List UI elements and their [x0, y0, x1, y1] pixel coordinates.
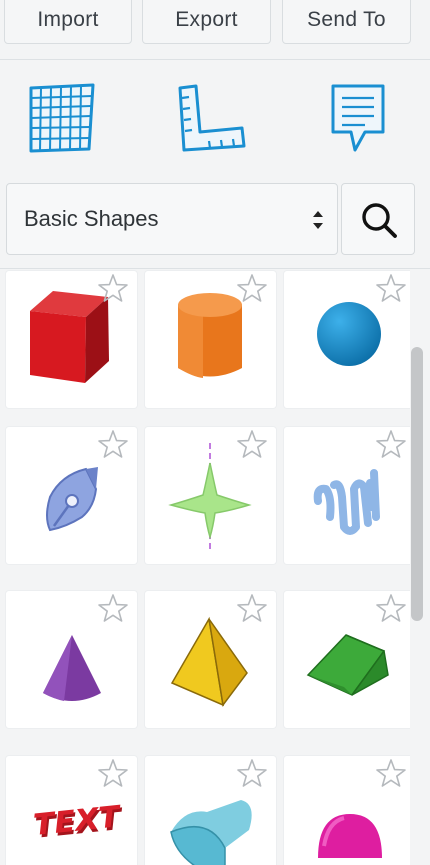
- shape-tile-roof[interactable]: [284, 591, 410, 728]
- workplane-icon[interactable]: [27, 82, 97, 154]
- shape-tile-text[interactable]: TEXT TEXT: [6, 756, 137, 865]
- up-down-arrows-icon: [311, 208, 325, 232]
- shape-tile-cone[interactable]: [6, 591, 137, 728]
- shapes-library-grid: TEXT TEXT: [0, 269, 410, 865]
- favorite-star-icon[interactable]: [97, 593, 129, 623]
- shape-tile-round-roof[interactable]: [145, 756, 276, 865]
- shape-tile-cylinder[interactable]: [145, 271, 276, 408]
- shape-tile-scribble[interactable]: [6, 427, 137, 564]
- export-button[interactable]: Export: [142, 0, 271, 44]
- favorite-star-icon[interactable]: [236, 429, 268, 459]
- shape-tile-text-scribble[interactable]: [284, 427, 410, 564]
- search-icon: [362, 203, 397, 238]
- shape-search-button[interactable]: [341, 183, 415, 255]
- favorite-star-icon[interactable]: [236, 273, 268, 303]
- send-to-button[interactable]: Send To: [282, 0, 411, 44]
- top-toolbar: Import Export Send To: [0, 0, 430, 46]
- notes-icon[interactable]: [327, 82, 397, 154]
- shape-tile-half-sphere[interactable]: [284, 756, 410, 865]
- shape-tile-box[interactable]: [6, 271, 137, 408]
- import-button[interactable]: Import: [4, 0, 132, 44]
- favorite-star-icon[interactable]: [97, 273, 129, 303]
- favorite-star-icon[interactable]: [97, 429, 129, 459]
- favorite-star-icon[interactable]: [97, 758, 129, 788]
- favorite-star-icon[interactable]: [236, 593, 268, 623]
- favorite-star-icon[interactable]: [375, 593, 407, 623]
- favorite-star-icon[interactable]: [236, 758, 268, 788]
- favorite-star-icon[interactable]: [375, 429, 407, 459]
- ruler-icon[interactable]: [176, 82, 246, 154]
- shape-tile-sphere[interactable]: [284, 271, 410, 408]
- shape-category-dropdown[interactable]: Basic Shapes: [6, 183, 338, 255]
- shapes-scrollbar-thumb[interactable]: [411, 347, 423, 621]
- favorite-star-icon[interactable]: [375, 758, 407, 788]
- favorite-star-icon[interactable]: [375, 273, 407, 303]
- shape-tile-shape-generator[interactable]: [145, 427, 276, 564]
- toolbar-divider: [0, 59, 430, 60]
- shape-tile-pyramid[interactable]: [145, 591, 276, 728]
- shape-category-value: Basic Shapes: [24, 206, 159, 231]
